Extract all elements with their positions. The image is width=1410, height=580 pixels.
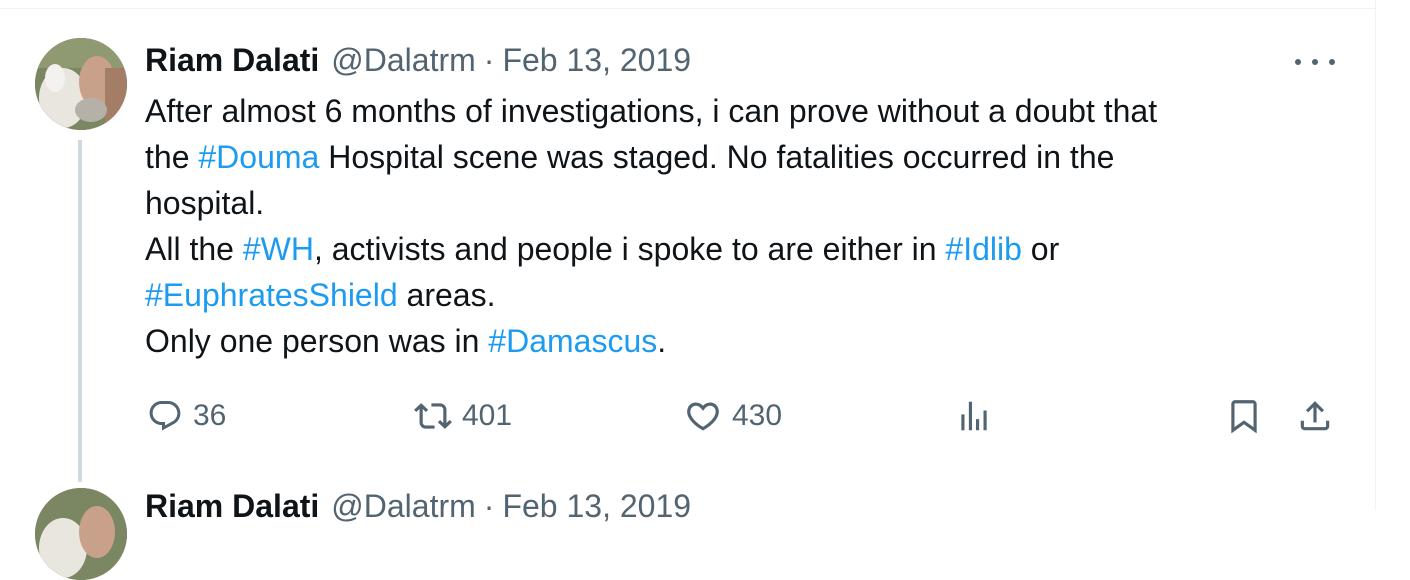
like-button[interactable]: 430 [684, 393, 782, 439]
next-avatar-image [35, 488, 127, 580]
action-bar: 36 401 430 [0, 393, 1376, 439]
hashtag-link[interactable]: #Damascus [488, 323, 657, 359]
more-icon[interactable] [1295, 57, 1335, 67]
thread-line [78, 140, 82, 482]
next-author-name[interactable]: Riam Dalati [145, 488, 319, 525]
reply-icon [149, 401, 181, 431]
tweet-text-line: hospital. [145, 180, 1315, 226]
tweet-text-segment: After almost 6 months of investigations,… [145, 93, 1158, 129]
hashtag-link[interactable]: #WH [243, 231, 314, 267]
tweet-text-segment: the [145, 139, 199, 175]
separator: · [483, 41, 495, 78]
tweet-text-segment: Only one person was in [145, 323, 489, 359]
views-button[interactable] [955, 393, 993, 439]
hashtag-link[interactable]: #EuphratesShield [145, 277, 398, 313]
hashtag-link[interactable]: #Idlib [945, 231, 1022, 267]
share-button[interactable] [1296, 393, 1334, 439]
next-tweet-date[interactable]: Feb 13, 2019 [502, 488, 691, 525]
tweet-header: Riam Dalati @Dalatrm · Feb 13, 2019 [145, 38, 691, 82]
tweet-text: After almost 6 months of investigations,… [145, 88, 1315, 364]
tweet-date[interactable]: Feb 13, 2019 [502, 42, 691, 79]
tweet-text-segment: areas. [397, 277, 496, 313]
tweet-text-line: All the #WH, activists and people i spok… [145, 226, 1315, 272]
views-icon [961, 401, 987, 431]
next-separator: · [483, 487, 495, 524]
reply-button[interactable]: 36 [147, 393, 226, 439]
next-author-handle[interactable]: @Dalatrm [331, 488, 476, 525]
reply-count: 36 [193, 399, 227, 432]
next-avatar[interactable] [35, 488, 127, 580]
next-tweet-header: Riam Dalati @Dalatrm · Feb 13, 2019 [145, 484, 691, 528]
tweet-text-line: Only one person was in #Damascus. [145, 318, 1315, 364]
tweet-text-line: the #Douma Hospital scene was staged. No… [145, 134, 1315, 180]
hashtag-link[interactable]: #Douma [198, 139, 319, 175]
tweet-text-segment: All the [145, 231, 243, 267]
tweet-text-segment: , activists and people i spoke to are ei… [313, 231, 946, 267]
avatar[interactable] [35, 38, 127, 130]
author-name[interactable]: Riam Dalati [145, 42, 319, 79]
tweet-text-segment: hospital. [145, 185, 265, 221]
repost-icon [414, 403, 452, 429]
top-divider [0, 8, 1376, 9]
tweet-text-line: #EuphratesShield areas. [145, 272, 1315, 318]
tweet-text-segment: . [657, 323, 667, 359]
share-icon [1300, 401, 1330, 431]
bookmark-icon [1231, 400, 1257, 434]
like-count: 430 [732, 399, 783, 432]
tweet-text-segment: Hospital scene was staged. No fatalities… [319, 139, 1115, 175]
heart-icon [687, 402, 719, 431]
tweet-text-line: After almost 6 months of investigations,… [145, 88, 1315, 134]
author-handle[interactable]: @Dalatrm [331, 42, 476, 79]
repost-count: 401 [462, 399, 513, 432]
avatar-image [35, 38, 127, 130]
repost-button[interactable]: 401 [414, 393, 512, 439]
bookmark-button[interactable] [1225, 393, 1263, 439]
tweet-text-segment: or [1021, 231, 1060, 267]
